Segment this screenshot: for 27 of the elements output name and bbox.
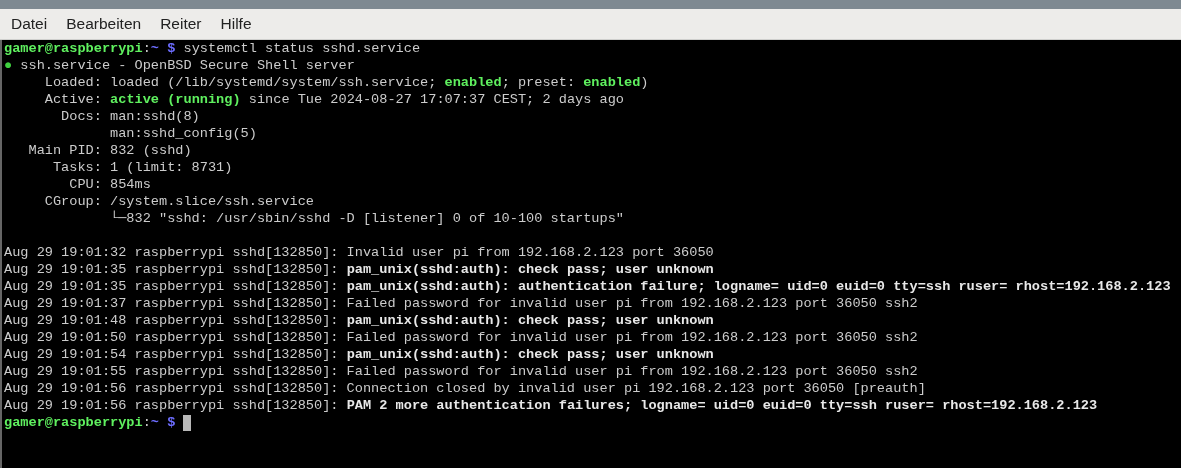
terminal-line: Docs: man:sshd(8) — [60, 108, 200, 125]
terminal-line: CPU: 854ms — [68, 176, 151, 193]
log-line: Aug 29 19:01:35 raspberrypi sshd[132850]: pam_unix(sshd:auth): authentication failure; logname= uid=0 euid=0 tty=ssh ruser= rhost=192.168.2.123 — [4, 278, 1171, 295]
menu-item[interactable]: Reiter — [160, 15, 202, 33]
terminal-line: Loaded: loaded (/lib/systemd/system/ssh.service; enabled; preset: enabled) — [43, 74, 649, 91]
terminal-line: gamer@raspberrypi:~ $ systemctl status sshd.service — [4, 40, 421, 57]
log-line: Aug 29 19:01:48 raspberrypi sshd[132850]: pam_unix(sshd:auth): check pass; user unknown — [4, 312, 714, 329]
log-line: Aug 29 19:01:56 raspberrypi sshd[132850]: PAM 2 more authentication failures; logname= uid=0 euid=0 tty=ssh ruser= rhost=192.168.2.123 — [4, 397, 1098, 414]
terminal-line: ● ssh.service - OpenBSD Secure Shell server — [4, 57, 355, 74]
menu-item[interactable]: Datei — [11, 15, 48, 33]
shell-prompt: gamer@raspberrypi:~ $ — [4, 414, 176, 431]
log-line: Aug 29 19:01:55 raspberrypi sshd[132850]: Failed password for invalid user pi from 192.168.2.123 port 36050 ssh2 — [4, 363, 918, 380]
log-line: Aug 29 19:01:32 raspberrypi sshd[132850]: Invalid user pi from 192.168.2.123 port 36050 — [4, 244, 714, 261]
log-line: Aug 29 19:01:54 raspberrypi sshd[132850]: pam_unix(sshd:auth): check pass; user unknown — [4, 346, 714, 363]
log-line: Aug 29 19:01:35 raspberrypi sshd[132850]: pam_unix(sshd:auth): check pass; user unknown — [4, 261, 714, 278]
terminal-line: Active: active (running) since Tue 2024-08-27 17:07:37 CEST; 2 days ago — [43, 91, 624, 108]
menu-item[interactable]: Bearbeiten — [66, 15, 142, 33]
terminal-line: └─832 "sshd: /usr/sbin/sshd -D [listener] 0 of 10-100 startups" — [109, 210, 624, 227]
terminal-line: Tasks: 1 (limit: 8731) — [51, 159, 233, 176]
log-line: Aug 29 19:01:50 raspberrypi sshd[132850]: Failed password for invalid user pi from 192.168.2.123 port 36050 ssh2 — [4, 329, 918, 346]
log-line: Aug 29 19:01:37 raspberrypi sshd[132850]: Failed password for invalid user pi from 192.168.2.123 port 36050 ssh2 — [4, 295, 918, 312]
text-cursor — [183, 414, 192, 431]
log-line: Aug 29 19:01:56 raspberrypi sshd[132850]: Connection closed by invalid user pi 192.168.2.123 port 36050 [preauth] — [4, 380, 926, 397]
menu-item[interactable]: Hilfe — [220, 15, 252, 33]
terminal-line: CGroup: /system.slice/ssh.service — [43, 193, 314, 210]
terminal-line: man:sshd_config(5) — [109, 125, 257, 142]
terminal-line: Main PID: 832 (sshd) — [27, 142, 192, 159]
